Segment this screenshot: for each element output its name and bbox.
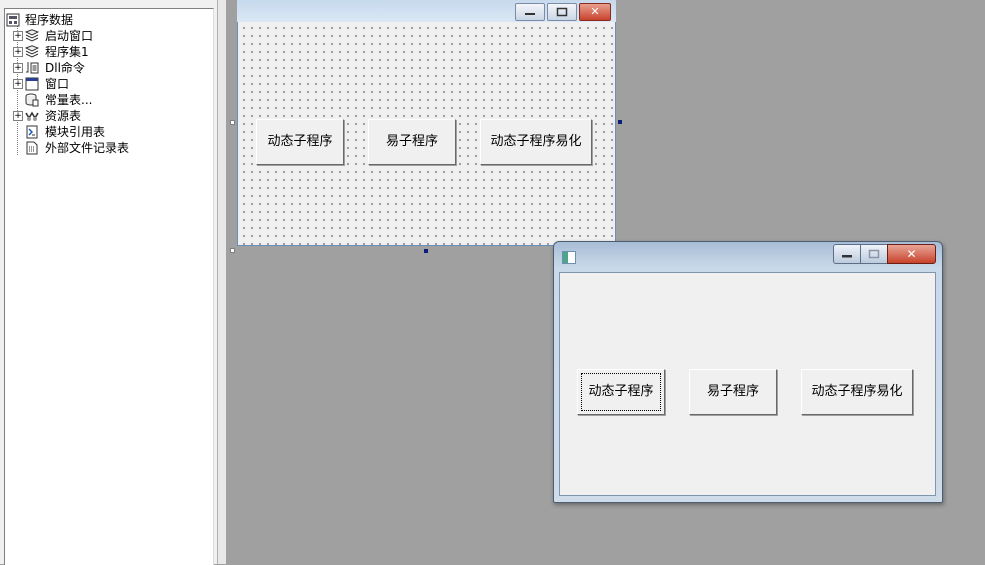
project-panel: 程序数据 + 启动窗口 + 程序集1 + Dll命令 + 窗口 常量表... +… xyxy=(0,0,226,565)
resize-handle[interactable] xyxy=(230,120,235,125)
tree-item-window[interactable]: + 窗口 xyxy=(5,76,205,92)
tree-item-label: 启动窗口 xyxy=(45,29,94,43)
run-button-easy-subroutine[interactable]: 易子程序 xyxy=(689,369,777,415)
tree-item-label: 程序集1 xyxy=(45,45,89,59)
tree-item-external-file-record[interactable]: 外部文件记录表 xyxy=(5,140,205,156)
program-data-icon xyxy=(6,13,20,27)
stack-icon xyxy=(25,45,39,58)
resource-table-icon xyxy=(25,111,39,121)
tree-item-resource-table[interactable]: + 资源表 xyxy=(5,108,205,124)
designer-canvas[interactable]: 动态子程序 易子程序 动态子程序易化 xyxy=(237,22,616,246)
designer-titlebar: ✕ xyxy=(237,0,616,23)
tree-item-label: 窗口 xyxy=(45,77,70,91)
tree-item-dll-command[interactable]: + Dll命令 xyxy=(5,60,205,76)
tree-item-module-reference[interactable]: 模块引用表 xyxy=(5,124,205,140)
designer-button-dynamic-subroutine[interactable]: 动态子程序 xyxy=(256,119,344,165)
tree-root[interactable]: 程序数据 xyxy=(5,12,205,28)
panel-splitter[interactable] xyxy=(217,0,226,564)
stack-icon xyxy=(25,29,39,42)
app-icon xyxy=(562,251,576,264)
module-reference-icon xyxy=(26,125,38,139)
minimize-button[interactable] xyxy=(515,3,545,21)
close-button[interactable]: ✕ xyxy=(579,3,611,21)
close-icon: ✕ xyxy=(906,247,917,261)
maximize-button[interactable] xyxy=(860,244,887,264)
expand-icon[interactable]: + xyxy=(13,31,23,41)
tree-item-label: 外部文件记录表 xyxy=(45,141,130,155)
close-icon: ✕ xyxy=(590,5,600,18)
dll-command-icon xyxy=(26,62,39,74)
run-button-dynamic-easy[interactable]: 动态子程序易化 xyxy=(801,369,913,415)
maximize-button[interactable] xyxy=(547,3,577,21)
expand-icon[interactable]: + xyxy=(13,47,23,57)
maximize-icon xyxy=(868,249,880,259)
resize-handle[interactable] xyxy=(618,120,622,124)
minimize-icon xyxy=(525,13,535,15)
maximize-icon xyxy=(556,7,568,17)
close-button[interactable]: ✕ xyxy=(887,244,936,264)
resize-handle[interactable] xyxy=(424,249,428,253)
tree-item-label: Dll命令 xyxy=(45,61,85,75)
project-tree[interactable]: 程序数据 + 启动窗口 + 程序集1 + Dll命令 + 窗口 常量表... +… xyxy=(4,8,214,565)
designer-button-easy-subroutine[interactable]: 易子程序 xyxy=(368,119,456,165)
file-record-icon xyxy=(26,141,38,155)
tree-root-label: 程序数据 xyxy=(25,13,74,27)
tree-item-label: 资源表 xyxy=(45,109,82,123)
running-window[interactable]: ✕ 动态子程序 易子程序 动态子程序易化 xyxy=(553,241,943,503)
tree-item-assembly[interactable]: + 程序集1 xyxy=(5,44,205,60)
resize-handle[interactable] xyxy=(230,248,235,253)
tree-item-label: 常量表... xyxy=(45,93,93,107)
window-icon xyxy=(25,77,39,91)
designer-button-dynamic-easy[interactable]: 动态子程序易化 xyxy=(480,119,592,165)
expand-icon[interactable]: + xyxy=(13,63,23,73)
tree-item-startup-window[interactable]: + 启动窗口 xyxy=(5,28,205,44)
tree-item-label: 模块引用表 xyxy=(45,125,106,139)
expand-icon[interactable]: + xyxy=(13,79,23,89)
designer-form[interactable]: ✕ 动态子程序 易子程序 动态子程序易化 xyxy=(237,0,616,246)
constant-table-icon xyxy=(25,93,39,107)
window-client-area: 动态子程序 易子程序 动态子程序易化 xyxy=(559,272,936,496)
tree-item-constant-table[interactable]: 常量表... xyxy=(5,92,205,108)
run-button-label: 动态子程序 xyxy=(588,384,654,399)
minimize-button[interactable] xyxy=(833,244,860,264)
run-button-dynamic-subroutine[interactable]: 动态子程序 xyxy=(577,369,665,415)
expand-icon[interactable]: + xyxy=(13,111,23,121)
minimize-icon xyxy=(842,255,852,258)
